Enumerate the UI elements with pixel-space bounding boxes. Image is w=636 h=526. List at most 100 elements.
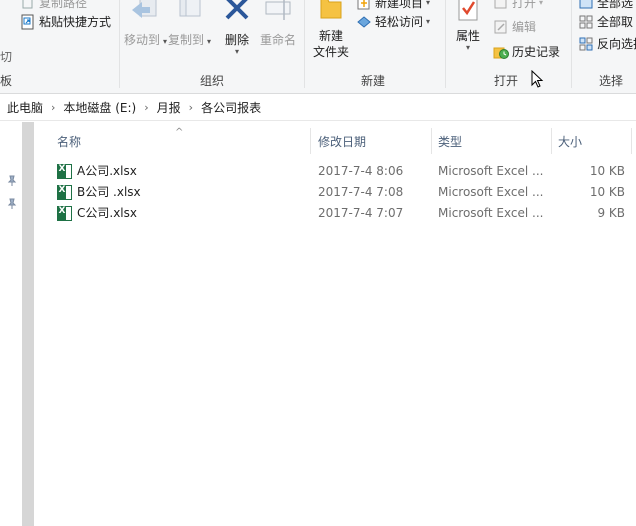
paste-shortcut-icon xyxy=(20,14,36,30)
copy-path-label: 复制路径 xyxy=(39,0,88,10)
mouse-cursor-icon xyxy=(531,70,544,88)
column-header-date[interactable]: 修改日期 xyxy=(318,128,366,156)
file-row[interactable]: B公司 .xlsx 2017-7-4 7:08 Microsoft Excel … xyxy=(35,182,636,203)
column-divider[interactable] xyxy=(310,128,311,154)
edit-button[interactable]: 编辑 xyxy=(493,18,536,35)
ribbon: 复制路径 粘贴快捷方式 切 板 移动到▾ 复制到▾ 删除 ▾ 重命名 组织 xyxy=(0,0,636,94)
organize-group-label: 组织 xyxy=(200,74,225,88)
column-header-name[interactable]: 名称 xyxy=(57,128,81,156)
pin-icon[interactable] xyxy=(6,175,18,187)
history-button[interactable]: 历史记录 xyxy=(493,43,560,60)
nav-scrollbar[interactable] xyxy=(22,122,34,526)
select-all-label: 全部选 xyxy=(597,0,634,10)
select-none-button[interactable]: 全部取 xyxy=(578,13,633,30)
breadcrumb-company-reports[interactable]: 各公司报表 xyxy=(201,99,261,116)
file-type: Microsoft Excel ... xyxy=(438,164,544,178)
file-name: C公司.xlsx xyxy=(77,206,137,220)
file-size: 10 KB xyxy=(589,164,625,178)
file-name: B公司 .xlsx xyxy=(77,185,141,199)
easy-access-button[interactable]: 轻松访问 ▾ xyxy=(356,13,430,30)
delete-button[interactable]: 删除 ▾ xyxy=(220,0,254,56)
breadcrumb-local-disk[interactable]: 本地磁盘 (E:) xyxy=(63,99,136,116)
breadcrumb-this-pc[interactable]: 此电脑 xyxy=(7,99,43,116)
breadcrumb-monthly-report[interactable]: 月报 xyxy=(157,99,181,116)
open-icon xyxy=(493,0,509,11)
copy-path-icon xyxy=(20,0,36,11)
group-divider xyxy=(445,0,446,88)
file-row[interactable]: C公司.xlsx 2017-7-4 7:07 Microsoft Excel .… xyxy=(35,203,636,224)
rename-button[interactable]: 重命名 xyxy=(258,0,298,48)
select-none-label: 全部取 xyxy=(597,15,634,29)
column-divider[interactable] xyxy=(431,128,432,154)
copy-path-button[interactable]: 复制路径 xyxy=(20,0,87,11)
file-date: 2017-7-4 7:07 xyxy=(318,206,404,220)
column-header-row: 名称 修改日期 类型 大小 xyxy=(35,128,636,156)
easy-access-label: 轻松访问 xyxy=(375,15,424,29)
easy-access-icon xyxy=(356,14,372,30)
column-divider[interactable] xyxy=(631,128,632,154)
excel-file-icon xyxy=(57,164,72,179)
file-name: A公司.xlsx xyxy=(77,164,137,178)
edit-icon xyxy=(493,19,509,35)
cut-button[interactable]: 切 xyxy=(0,48,12,65)
new-group-label: 新建 xyxy=(361,74,386,88)
file-type: Microsoft Excel ... xyxy=(438,206,544,220)
column-header-type[interactable]: 类型 xyxy=(438,128,462,156)
cut-label: 切 xyxy=(0,50,13,64)
invert-selection-label: 反向选择 xyxy=(597,37,636,51)
new-item-label: 新建项目 xyxy=(375,0,424,10)
new-folder-button[interactable]: 新建 文件夹 xyxy=(310,0,352,60)
move-to-icon xyxy=(128,0,160,28)
breadcrumb-separator[interactable]: › xyxy=(189,101,193,114)
new-folder-icon xyxy=(318,0,344,24)
file-row[interactable]: A公司.xlsx 2017-7-4 8:06 Microsoft Excel .… xyxy=(35,161,636,182)
select-all-button[interactable]: 全部选 xyxy=(578,0,633,11)
navigation-pane xyxy=(0,122,34,526)
move-to-label: 移动到 xyxy=(124,33,161,47)
excel-file-icon xyxy=(57,185,72,200)
edit-label: 编辑 xyxy=(512,20,537,34)
new-item-button[interactable]: 新建项目 ▾ xyxy=(356,0,430,11)
new-folder-label-2: 文件夹 xyxy=(312,45,349,59)
rename-icon xyxy=(262,0,294,28)
invert-selection-icon xyxy=(578,36,594,52)
properties-dropdown-caret[interactable]: ▾ xyxy=(450,44,486,52)
properties-icon xyxy=(455,0,481,24)
new-folder-label-1: 新建 xyxy=(318,29,343,43)
history-label: 历史记录 xyxy=(512,45,561,59)
paste-shortcut-button[interactable]: 粘贴快捷方式 xyxy=(20,13,111,30)
address-bar[interactable]: 此电脑 › 本地磁盘 (E:) › 月报 › 各公司报表 xyxy=(0,95,636,121)
select-all-icon xyxy=(578,0,594,11)
copy-to-icon xyxy=(172,0,204,28)
invert-selection-button[interactable]: 反向选择 xyxy=(578,35,636,52)
column-divider[interactable] xyxy=(551,128,552,154)
group-divider xyxy=(119,0,120,88)
paste-shortcut-label: 粘贴快捷方式 xyxy=(39,15,112,29)
copy-to-button[interactable]: 复制到 ▾ xyxy=(168,0,211,50)
file-date: 2017-7-4 8:06 xyxy=(318,164,404,178)
delete-dropdown-caret[interactable]: ▾ xyxy=(220,48,254,56)
file-size: 10 KB xyxy=(589,185,625,199)
delete-label: 删除 xyxy=(224,33,249,47)
properties-button[interactable]: 属性 ▾ xyxy=(450,0,486,52)
rename-label: 重命名 xyxy=(259,33,296,47)
pin-icon[interactable] xyxy=(6,198,18,210)
open-button[interactable]: 打开 ▾ xyxy=(493,0,543,11)
move-to-button[interactable]: 移动到 ▾ xyxy=(124,0,167,50)
file-size: 9 KB xyxy=(597,206,625,220)
breadcrumb-separator[interactable]: › xyxy=(144,101,148,114)
copy-to-label: 复制到 xyxy=(168,33,205,47)
open-label: 打开 xyxy=(512,0,537,10)
file-date: 2017-7-4 7:08 xyxy=(318,185,404,199)
new-item-icon xyxy=(356,0,372,11)
select-group-label: 选择 xyxy=(599,74,624,88)
file-type: Microsoft Excel ... xyxy=(438,185,544,199)
breadcrumb-separator[interactable]: › xyxy=(51,101,55,114)
group-divider xyxy=(571,0,572,88)
column-header-size[interactable]: 大小 xyxy=(558,128,582,156)
history-icon xyxy=(493,44,509,60)
delete-icon xyxy=(222,0,252,28)
group-divider xyxy=(304,0,305,88)
open-group-label: 打开 xyxy=(494,74,519,88)
select-none-icon xyxy=(578,14,594,30)
